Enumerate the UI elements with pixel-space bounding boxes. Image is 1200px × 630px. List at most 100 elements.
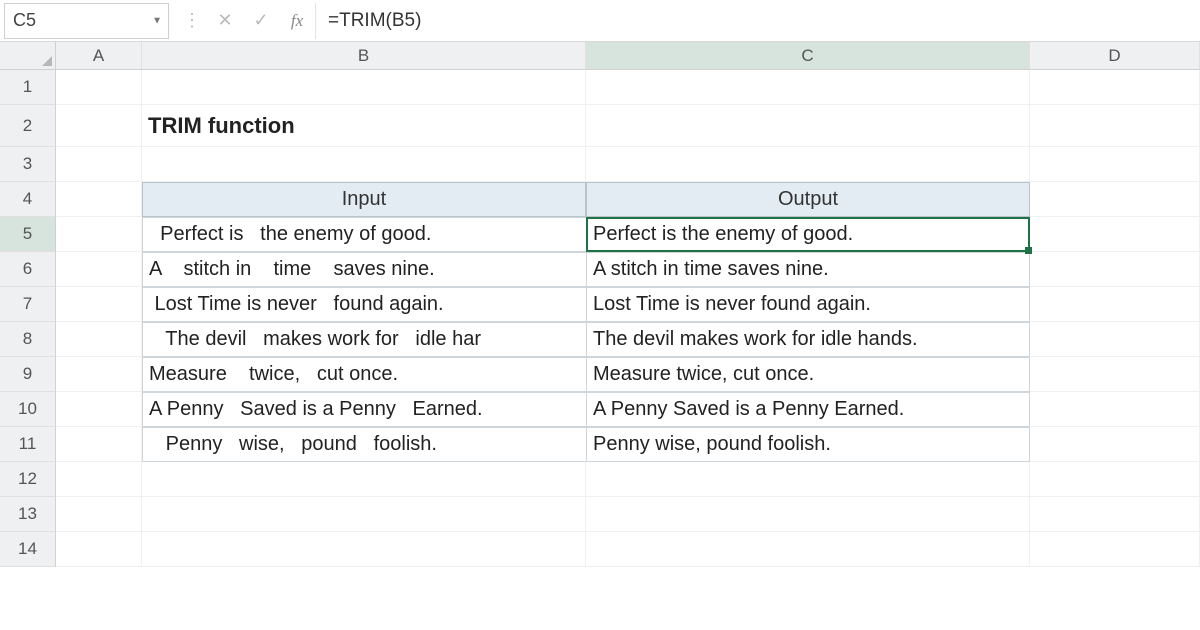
cell[interactable] [56, 497, 142, 532]
cell[interactable] [1030, 217, 1200, 252]
cell[interactable] [1030, 70, 1200, 105]
cell[interactable] [1030, 357, 1200, 392]
input-cell[interactable]: Lost Time is never found again. [142, 287, 586, 322]
row-header[interactable]: 7 [0, 287, 56, 322]
cell[interactable] [56, 182, 142, 217]
cell[interactable] [56, 532, 142, 567]
name-box-value: C5 [13, 10, 36, 31]
table-row: 10 A Penny Saved is a Penny Earned. A Pe… [0, 392, 1200, 427]
chevron-down-icon[interactable]: ▼ [152, 15, 162, 26]
output-cell[interactable]: A Penny Saved is a Penny Earned. [586, 392, 1030, 427]
table-row: 9 Measure twice, cut once. Measure twice… [0, 357, 1200, 392]
row: 4 Input Output [0, 182, 1200, 217]
cell[interactable] [56, 287, 142, 322]
cell[interactable] [56, 147, 142, 182]
column-headers: A B C D [0, 42, 1200, 70]
column-header-a[interactable]: A [56, 42, 142, 70]
input-cell[interactable]: A stitch in time saves nine. [142, 252, 586, 287]
input-cell[interactable]: Measure twice, cut once. [142, 357, 586, 392]
row: 2 TRIM function [0, 105, 1200, 147]
table-row: 8 The devil makes work for idle har The … [0, 322, 1200, 357]
row: 1 [0, 70, 1200, 105]
title-cell[interactable]: TRIM function [142, 105, 586, 147]
cell[interactable] [56, 105, 142, 147]
column-header-c[interactable]: C [586, 42, 1030, 70]
cell[interactable] [1030, 462, 1200, 497]
formula-bar: C5 ▼ ⋮ ✕ ✓ fx =TRIM(B5) [0, 0, 1200, 42]
table-header-output[interactable]: Output [586, 182, 1030, 217]
cell[interactable] [1030, 497, 1200, 532]
cell[interactable] [586, 70, 1030, 105]
row-header[interactable]: 9 [0, 357, 56, 392]
cell[interactable] [56, 217, 142, 252]
row-header[interactable]: 13 [0, 497, 56, 532]
row: 12 [0, 462, 1200, 497]
cell[interactable] [1030, 392, 1200, 427]
row-header[interactable]: 11 [0, 427, 56, 462]
confirm-formula-button[interactable]: ✓ [243, 10, 279, 31]
input-cell[interactable]: A Penny Saved is a Penny Earned. [142, 392, 586, 427]
cell[interactable] [1030, 252, 1200, 287]
row: 13 [0, 497, 1200, 532]
cell[interactable] [1030, 427, 1200, 462]
cell[interactable] [586, 147, 1030, 182]
cell[interactable] [142, 532, 586, 567]
output-cell[interactable]: Penny wise, pound foolish. [586, 427, 1030, 462]
table-header-input[interactable]: Input [142, 182, 586, 217]
input-cell[interactable]: The devil makes work for idle har [142, 322, 586, 357]
grid-rows: 1 2 TRIM function 3 4 Input Outp [0, 70, 1200, 567]
cell[interactable] [56, 70, 142, 105]
input-cell[interactable]: Perfect is the enemy of good. [142, 217, 586, 252]
cell[interactable] [586, 532, 1030, 567]
row-header[interactable]: 6 [0, 252, 56, 287]
cell[interactable] [1030, 532, 1200, 567]
output-cell[interactable]: A stitch in time saves nine. [586, 252, 1030, 287]
formula-text: =TRIM(B5) [328, 10, 421, 32]
output-cell[interactable]: Perfect is the enemy of good. [586, 217, 1030, 252]
cell[interactable] [586, 497, 1030, 532]
table-row: 7 Lost Time is never found again. Lost T… [0, 287, 1200, 322]
cell[interactable] [142, 70, 586, 105]
select-all-corner[interactable] [0, 42, 56, 70]
table-row: 5 Perfect is the enemy of good. Perfect … [0, 217, 1200, 252]
cell[interactable] [56, 462, 142, 497]
input-cell[interactable]: Penny wise, pound foolish. [142, 427, 586, 462]
table-row: 11 Penny wise, pound foolish. Penny wise… [0, 427, 1200, 462]
cell[interactable] [1030, 182, 1200, 217]
row-header[interactable]: 5 [0, 217, 56, 252]
cell[interactable] [142, 147, 586, 182]
cell[interactable] [56, 252, 142, 287]
row-header[interactable]: 1 [0, 70, 56, 105]
cancel-formula-button[interactable]: ✕ [207, 10, 243, 31]
cell[interactable] [586, 462, 1030, 497]
cell[interactable] [1030, 147, 1200, 182]
spreadsheet-grid: A B C D 1 2 TRIM function 3 [0, 42, 1200, 567]
output-cell[interactable]: The devil makes work for idle hands. [586, 322, 1030, 357]
row-header[interactable]: 3 [0, 147, 56, 182]
cell[interactable] [586, 105, 1030, 147]
row: 14 [0, 532, 1200, 567]
cell[interactable] [56, 322, 142, 357]
cell[interactable] [1030, 105, 1200, 147]
cell[interactable] [56, 427, 142, 462]
row-header[interactable]: 8 [0, 322, 56, 357]
column-header-b[interactable]: B [142, 42, 586, 70]
row-header[interactable]: 12 [0, 462, 56, 497]
column-header-d[interactable]: D [1030, 42, 1200, 70]
name-box[interactable]: C5 ▼ [4, 3, 169, 39]
cell[interactable] [56, 357, 142, 392]
insert-function-button[interactable]: fx [279, 11, 315, 31]
output-cell[interactable]: Lost Time is never found again. [586, 287, 1030, 322]
cell[interactable] [56, 392, 142, 427]
formula-input[interactable]: =TRIM(B5) [315, 3, 1200, 39]
cell[interactable] [142, 462, 586, 497]
row-header[interactable]: 2 [0, 105, 56, 147]
cell[interactable] [142, 497, 586, 532]
row-header[interactable]: 4 [0, 182, 56, 217]
row-header[interactable]: 14 [0, 532, 56, 567]
row: 3 [0, 147, 1200, 182]
cell[interactable] [1030, 322, 1200, 357]
output-cell[interactable]: Measure twice, cut once. [586, 357, 1030, 392]
cell[interactable] [1030, 287, 1200, 322]
row-header[interactable]: 10 [0, 392, 56, 427]
